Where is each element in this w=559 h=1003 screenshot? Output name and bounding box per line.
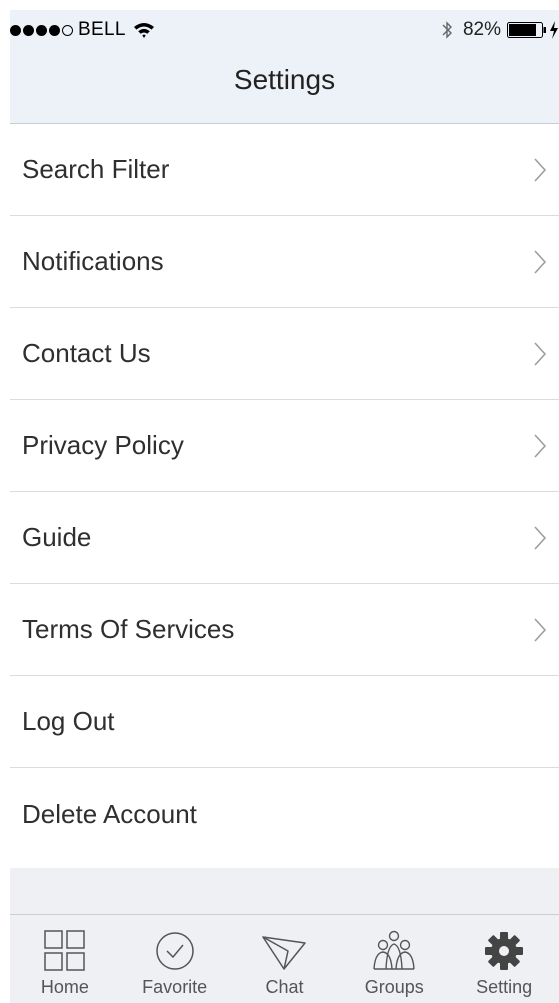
- status-right: 82%: [440, 18, 559, 42]
- signal-dot: [10, 24, 21, 36]
- grid-icon: [44, 930, 85, 971]
- charging-bolt-icon: [550, 21, 558, 39]
- settings-item-log-out[interactable]: Log Out: [10, 676, 559, 768]
- settings-item-notifications[interactable]: Notifications: [10, 216, 559, 308]
- tab-bar: Home Favorite Chat Groups Setting: [10, 914, 559, 1003]
- chevron-right-icon: [534, 433, 547, 458]
- settings-item-label: Delete Account: [22, 798, 197, 829]
- tab-label: Setting: [476, 977, 533, 997]
- tab-label: Chat: [265, 977, 304, 997]
- chevron-right-icon: [534, 617, 547, 642]
- settings-list: Search Filter Notifications Contact Us P…: [10, 124, 559, 860]
- check-circle-icon: [155, 932, 194, 970]
- signal-dot-empty: [62, 24, 73, 36]
- bluetooth-icon: [442, 21, 452, 39]
- settings-item-label: Guide: [22, 522, 92, 552]
- tab-chat[interactable]: Chat: [230, 915, 340, 1003]
- top-bar: BELL 82% Settings: [10, 10, 559, 124]
- gear-icon: [485, 932, 524, 970]
- list-footer-spacer: [10, 868, 559, 914]
- settings-item-label: Contact Us: [22, 338, 151, 368]
- tab-setting[interactable]: Setting: [449, 915, 559, 1003]
- tab-label: Home: [40, 977, 89, 997]
- tab-home[interactable]: Home: [10, 915, 120, 1003]
- settings-item-label: Search Filter: [22, 154, 170, 184]
- battery-percent: 82%: [462, 19, 501, 40]
- carrier-name: BELL: [78, 19, 126, 40]
- signal-dot: [23, 24, 34, 36]
- status-bar: BELL 82%: [10, 10, 559, 50]
- settings-item-guide[interactable]: Guide: [10, 492, 559, 584]
- settings-item-label: Privacy Policy: [22, 430, 184, 460]
- people-group-icon: [373, 930, 415, 970]
- tab-groups[interactable]: Groups: [339, 915, 449, 1003]
- wifi-icon: [133, 23, 154, 38]
- settings-screen: BELL 82% Settings Search Filter Notifica…: [10, 10, 559, 1003]
- settings-item-search-filter[interactable]: Search Filter: [10, 124, 559, 216]
- signal-strength-icon: [10, 24, 73, 36]
- tab-favorite[interactable]: Favorite: [120, 915, 230, 1003]
- chevron-right-icon: [534, 249, 547, 274]
- tab-label: Favorite: [142, 977, 208, 997]
- tab-label: Groups: [364, 977, 424, 997]
- page-title: Settings: [233, 64, 336, 95]
- settings-item-contact-us[interactable]: Contact Us: [10, 308, 559, 400]
- signal-dot: [49, 24, 60, 36]
- chevron-right-icon: [534, 525, 547, 550]
- status-left: BELL: [10, 18, 155, 42]
- settings-item-label: Notifications: [22, 246, 164, 276]
- settings-item-terms-of-services[interactable]: Terms Of Services: [10, 584, 559, 676]
- battery-icon: [507, 22, 546, 38]
- paper-plane-icon: [262, 936, 307, 970]
- chevron-right-icon: [534, 341, 547, 366]
- settings-item-privacy-policy[interactable]: Privacy Policy: [10, 400, 559, 492]
- settings-item-label: Terms Of Services: [22, 614, 235, 644]
- signal-dot: [36, 24, 47, 36]
- settings-item-label: Log Out: [22, 706, 115, 736]
- chevron-right-icon: [534, 157, 547, 182]
- settings-item-delete-account[interactable]: Delete Account: [10, 768, 559, 860]
